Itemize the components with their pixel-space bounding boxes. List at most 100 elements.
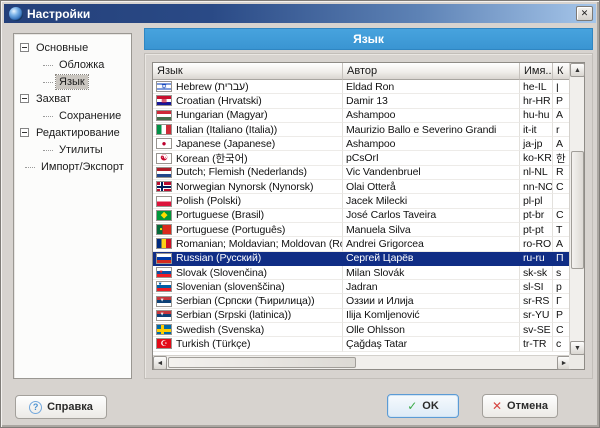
language-row-7[interactable]: Norwegian Nynorsk (Nynorsk) Olai Otterå nn… xyxy=(153,180,571,195)
collapse-icon[interactable] xyxy=(20,94,29,103)
language-row-17[interactable]: Swedish (Svenska) Olle Ohlsson sv-SE C xyxy=(153,323,571,338)
horizontal-scrollbar[interactable]: ◄ ► xyxy=(153,355,571,370)
column-header-1[interactable]: Автор xyxy=(343,63,520,80)
language-row-8[interactable]: Polish (Polski) Jacek Milecki pl-pl xyxy=(153,194,571,209)
column-header-2[interactable]: Имя... xyxy=(520,63,553,80)
language-row-14[interactable]: ▼ Slovenian (slovenščina) Jadran sl-SI p xyxy=(153,280,571,295)
scroll-down-button[interactable]: ▼ xyxy=(570,341,585,355)
titlebar[interactable]: Настройки ✕ xyxy=(4,4,596,23)
tree-item-6[interactable]: Утилиты xyxy=(14,141,131,158)
tree-item-label: Сохранение xyxy=(59,109,122,122)
author-text: Çağdaş Tatar xyxy=(346,337,408,350)
code-cell: pt-pt xyxy=(520,222,553,238)
flag-emblem: ● xyxy=(159,226,163,233)
code-cell: nl-NL xyxy=(520,165,553,181)
code-cell: hr-HR xyxy=(520,94,553,109)
language-row-13[interactable]: ▼ Slovak (Slovenčina) Milan Slovák sk-sk s xyxy=(153,265,571,281)
flag-icon xyxy=(156,252,172,264)
tree-item-1[interactable]: Обложка xyxy=(14,56,131,73)
language-cell: Polish (Polski) xyxy=(153,194,343,209)
language-row-16[interactable]: ▼ Serbian (Srpski (latinica)) Ilija Komlje… xyxy=(153,308,571,324)
code-cell: sl-SI xyxy=(520,280,553,295)
author-text: Jacek Milecki xyxy=(346,195,408,208)
app-icon xyxy=(9,6,23,21)
language-row-0[interactable]: ✡ Hebrew (עברית) Eldad Ron he-IL ן xyxy=(153,80,571,95)
author-cell: Milan Slovák xyxy=(343,265,520,281)
language-table: Язык Автор Имя... К ✡ Hebrew (עברית) Eldad Ro… xyxy=(152,62,585,370)
language-cell: Italian (Italiano (Italia)) xyxy=(153,122,343,138)
language-row-9[interactable]: ◆ Portuguese (Brasil) José Carlos Taveira p… xyxy=(153,208,571,223)
flag-icon: ▼ xyxy=(156,281,172,293)
code-cell: ko-KR xyxy=(520,151,553,166)
horizontal-scroll-thumb[interactable] xyxy=(168,357,356,368)
author-text: Eldad Ron xyxy=(346,80,395,93)
language-cell: ▼ Slovak (Slovenčina) xyxy=(153,265,343,281)
author-cell: Vic Vandenbruel xyxy=(343,165,520,181)
vertical-scrollbar[interactable]: ▲ ▼ xyxy=(569,63,585,355)
tree-item-7[interactable]: Импорт/Экспорт xyxy=(14,158,131,175)
author-cell: Maurizio Ballo e Severino Grandi xyxy=(343,122,520,138)
language-row-3[interactable]: Italian (Italiano (Italia)) Maurizio Ball… xyxy=(153,122,571,138)
flag-icon: ▼ xyxy=(156,309,172,321)
code-text: pt-br xyxy=(523,209,545,222)
tree-item-4[interactable]: Сохранение xyxy=(14,107,131,124)
ok-button[interactable]: ✓ OK xyxy=(387,394,459,418)
language-row-10[interactable]: ● Portuguese (Português) Manuela Silva pt-p… xyxy=(153,222,571,238)
code-text: nn-NO xyxy=(523,180,553,193)
author-cell: José Carlos Taveira xyxy=(343,208,520,223)
language-cell: Swedish (Svenska) xyxy=(153,323,343,338)
collapse-icon[interactable] xyxy=(20,128,29,137)
extra-text: C xyxy=(556,180,564,193)
code-cell: ru-ru xyxy=(520,251,553,266)
author-text: Ashampoo xyxy=(346,109,396,122)
cross-icon: ✕ xyxy=(491,399,503,413)
tree-item-5[interactable]: Редактирование xyxy=(14,124,131,141)
code-cell: sr-YU xyxy=(520,308,553,324)
author-text: Vic Vandenbruel xyxy=(346,166,421,179)
column-header-0[interactable]: Язык xyxy=(153,63,343,80)
scroll-up-button[interactable]: ▲ xyxy=(570,63,585,77)
author-cell: pCsOrI xyxy=(343,151,520,166)
author-text: Milan Slovák xyxy=(346,266,405,279)
language-text: Slovenian (slovenščina) xyxy=(176,280,285,293)
help-button[interactable]: ? Справка xyxy=(15,395,107,419)
flag-emblem: ▼ xyxy=(157,281,163,288)
language-text: Swedish (Svenska) xyxy=(176,323,265,336)
language-row-6[interactable]: Dutch; Flemish (Nederlands) Vic Vandenbru… xyxy=(153,165,571,181)
flag-icon xyxy=(156,324,172,336)
language-row-1[interactable]: ▦ Croatian (Hrvatski) Damir 13 hr-HR P xyxy=(153,94,571,109)
code-cell: sv-SE xyxy=(520,323,553,338)
tree-connector xyxy=(25,167,35,168)
collapse-icon[interactable] xyxy=(20,43,29,52)
flag-icon xyxy=(156,181,172,193)
language-row-18[interactable]: ☪ Turkish (Türkçe) Çağdaş Tatar tr-TR c xyxy=(153,337,571,352)
tree-connector xyxy=(43,150,53,151)
tree-item-2[interactable]: Язык xyxy=(14,73,131,90)
author-cell: Olai Otterå xyxy=(343,180,520,195)
vertical-scroll-thumb[interactable] xyxy=(571,151,584,269)
flag-icon xyxy=(156,166,172,178)
author-text: Olai Otterå xyxy=(346,180,396,193)
flag-emblem: ▼ xyxy=(159,311,165,318)
flag-icon: ☯ xyxy=(156,152,172,164)
language-row-12[interactable]: Russian (Русский) Сергей Царёв ru-ru П xyxy=(153,251,571,266)
language-row-4[interactable]: ● Japanese (Japanese) Ashampoo ja-jp A xyxy=(153,137,571,152)
language-row-15[interactable]: ▼ Serbian (Српски (Ћирилица)) Оззии и Илиј… xyxy=(153,294,571,309)
language-row-11[interactable]: Romanian; Moldavian; Moldovan (Română) An… xyxy=(153,237,571,252)
tree-connector xyxy=(43,82,53,83)
cancel-button[interactable]: ✕ Отмена xyxy=(482,394,558,418)
code-cell: it-it xyxy=(520,122,553,138)
language-cell: Hungarian (Magyar) xyxy=(153,108,343,123)
language-row-5[interactable]: ☯ Korean (한국어) pCsOrI ko-KR 한 xyxy=(153,151,571,166)
code-text: sl-SI xyxy=(523,280,544,293)
language-cell: ▼ Serbian (Српски (Ћирилица)) xyxy=(153,294,343,309)
scroll-left-button[interactable]: ◄ xyxy=(153,356,167,370)
author-cell: Çağdaş Tatar xyxy=(343,337,520,352)
tree-item-3[interactable]: Захват xyxy=(14,90,131,107)
code-text: ru-ru xyxy=(523,252,545,265)
author-text: Оззии и Илија xyxy=(346,295,414,308)
close-button[interactable]: ✕ xyxy=(576,6,593,21)
language-row-2[interactable]: Hungarian (Magyar) Ashampoo hu-hu A xyxy=(153,108,571,123)
code-text: ko-KR xyxy=(523,152,552,165)
tree-item-0[interactable]: Основные xyxy=(14,39,131,56)
